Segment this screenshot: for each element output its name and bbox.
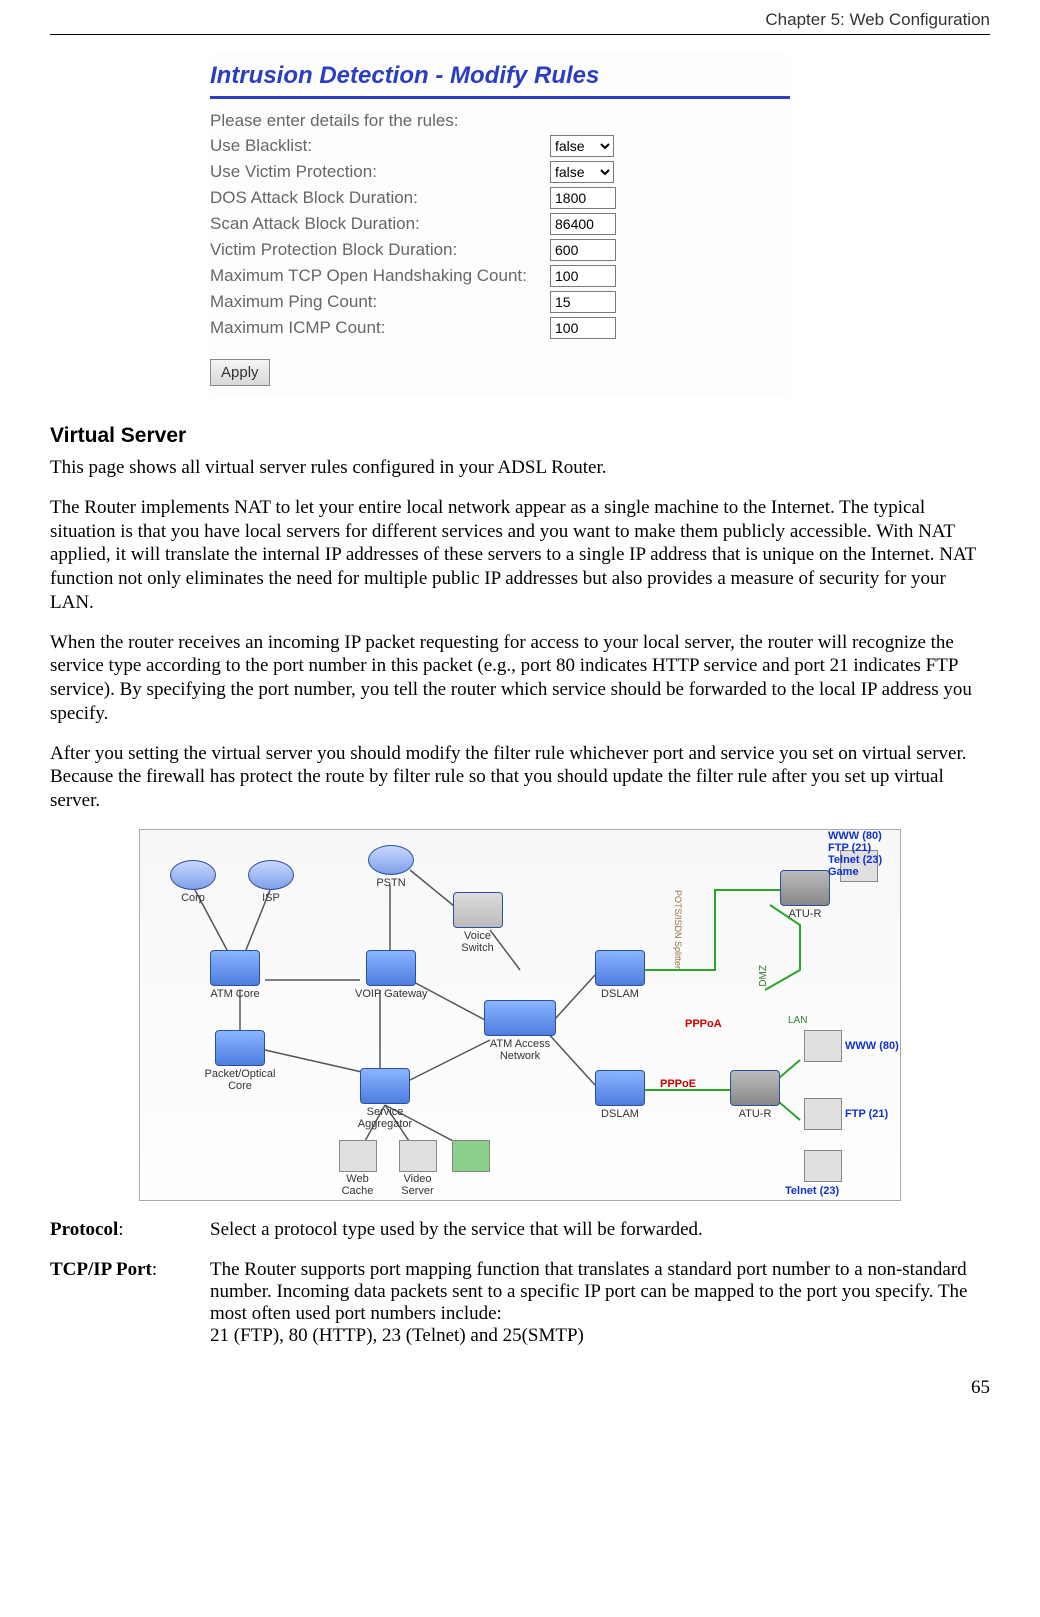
- label-pppoe: PPPoE: [660, 1078, 696, 1090]
- node-voip-gateway: VOIP Gateway: [355, 950, 428, 1000]
- node-atm-core: ATM Core: [210, 950, 260, 1000]
- form-intro: Please enter details for the rules:: [210, 111, 550, 131]
- max-icmp-input[interactable]: [550, 317, 616, 339]
- max-ping-input[interactable]: [550, 291, 616, 313]
- use-victim-protection-select[interactable]: false: [550, 161, 614, 183]
- field-label: Use Blacklist:: [210, 136, 550, 156]
- definitions-list: Protocol: Select a protocol type used by…: [50, 1219, 990, 1347]
- node-misc-server: [452, 1140, 490, 1173]
- apply-button[interactable]: Apply: [210, 359, 270, 386]
- victim-duration-input[interactable]: [550, 239, 616, 261]
- field-label: Maximum ICMP Count:: [210, 318, 550, 338]
- page-number: 65: [50, 1377, 990, 1399]
- definition-term: Protocol:: [50, 1219, 210, 1241]
- dos-duration-input[interactable]: [550, 187, 616, 209]
- section-heading-virtual-server: Virtual Server: [50, 424, 990, 448]
- network-diagram: Corp ISP ATM Core Packet/Optical Core VO…: [139, 829, 901, 1201]
- definition-desc: The Router supports port mapping functio…: [210, 1259, 990, 1347]
- node-atm-access: ATM Access Network: [470, 1000, 570, 1062]
- label-services-top: WWW (80) FTP (21) Telnet (23) Game: [828, 830, 882, 878]
- header-rule: [50, 34, 990, 35]
- node-web-cache: Web Cache: [335, 1140, 380, 1197]
- node-dslam-1: DSLAM: [595, 950, 645, 1000]
- form-title: Intrusion Detection - Modify Rules: [210, 58, 790, 99]
- tcp-handshake-input[interactable]: [550, 265, 616, 287]
- field-label: Maximum Ping Count:: [210, 292, 550, 312]
- scan-duration-input[interactable]: [550, 213, 616, 235]
- node-packet-optical-core: Packet/Optical Core: [200, 1030, 280, 1092]
- node-dslam-2: DSLAM: [595, 1070, 645, 1120]
- node-lan-pc-2: [800, 1098, 845, 1131]
- use-blacklist-select[interactable]: false: [550, 135, 614, 157]
- label-pppoa: PPPoA: [685, 1018, 722, 1030]
- field-label: Use Victim Protection:: [210, 162, 550, 182]
- body-paragraph: This page shows all virtual server rules…: [50, 456, 990, 480]
- definition-term: TCP/IP Port:: [50, 1259, 210, 1347]
- node-isp: ISP: [248, 860, 294, 904]
- node-service-aggregator: Service Aggregator: [350, 1068, 420, 1130]
- node-corp: Corp: [170, 860, 216, 904]
- node-pstn: PSTN: [368, 845, 414, 889]
- node-video-server: Video Server: [395, 1140, 440, 1197]
- node-lan-pc-3: [800, 1150, 845, 1183]
- body-paragraph: The Router implements NAT to let your en…: [50, 496, 990, 615]
- label-svc-telnet: Telnet (23): [785, 1185, 839, 1197]
- label-dmz: DMZ: [758, 965, 769, 987]
- label-lan-box: LAN: [788, 1015, 807, 1026]
- intrusion-detection-form: Intrusion Detection - Modify Rules Pleas…: [210, 53, 790, 396]
- node-atu-r-2: ATU-R: [730, 1070, 780, 1120]
- label-svc-www: WWW (80): [845, 1040, 899, 1052]
- field-label: DOS Attack Block Duration:: [210, 188, 550, 208]
- label-pots-splitter: POTS/ISDN Splitter: [673, 890, 683, 969]
- body-paragraph: When the router receives an incoming IP …: [50, 631, 990, 726]
- field-label: Scan Attack Block Duration:: [210, 214, 550, 234]
- node-lan-pc-1: [800, 1030, 845, 1063]
- body-paragraph: After you setting the virtual server you…: [50, 742, 990, 813]
- chapter-header: Chapter 5: Web Configuration: [50, 10, 990, 32]
- node-voice-switch: Voice Switch: [450, 892, 505, 954]
- field-label: Maximum TCP Open Handshaking Count:: [210, 266, 550, 286]
- field-label: Victim Protection Block Duration:: [210, 240, 550, 260]
- node-atu-r-1: ATU-R: [780, 870, 830, 920]
- definition-desc: Select a protocol type used by the servi…: [210, 1219, 990, 1241]
- label-svc-ftp: FTP (21): [845, 1108, 888, 1120]
